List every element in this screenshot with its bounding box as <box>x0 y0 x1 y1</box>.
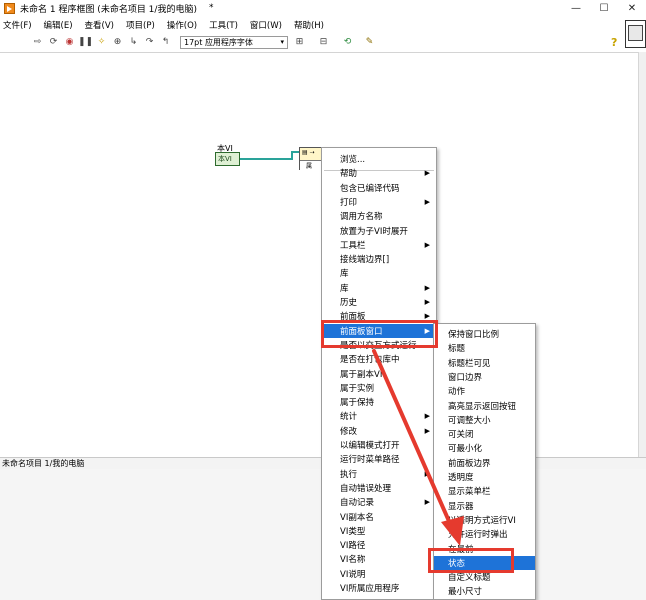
annotation-arrow <box>372 349 464 546</box>
